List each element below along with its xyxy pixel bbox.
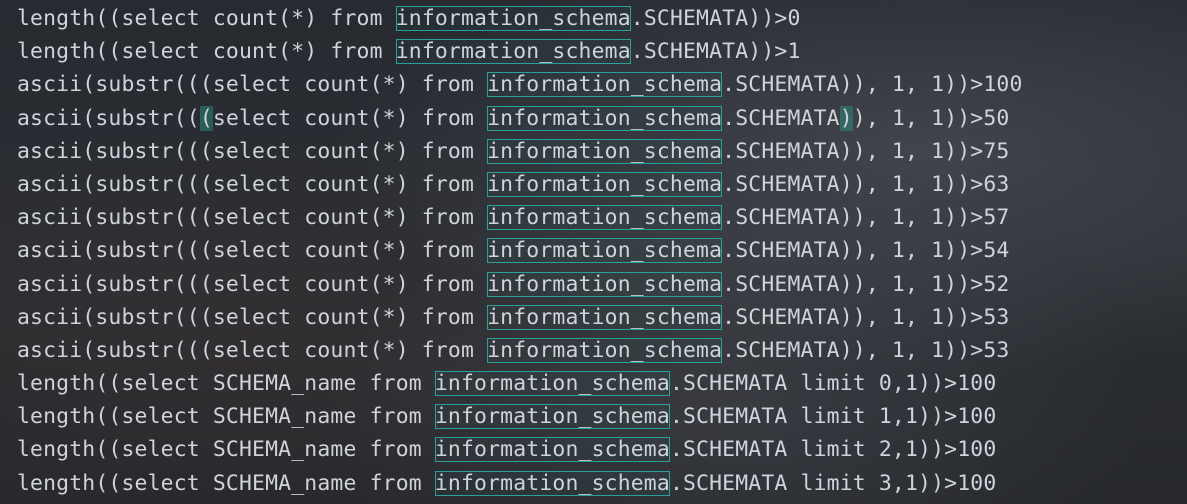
code-text: .SCHEMATA: [722, 105, 840, 131]
search-match-highlight: information_schema: [487, 337, 723, 363]
code-text: ascii(substr(((select count(*) from: [17, 304, 488, 330]
code-line[interactable]: ascii(substr(((select count(*) from info…: [17, 234, 1023, 267]
code-text: length((select SCHEMA_name from: [17, 371, 435, 397]
code-text: length((select SCHEMA_name from: [17, 470, 435, 496]
code-text: length((select SCHEMA_name from: [17, 437, 435, 463]
code-text: .SCHEMATA)), 1, 1))>52: [722, 271, 1010, 297]
code-line[interactable]: length((select count(*) from information…: [17, 35, 1023, 68]
code-text: .SCHEMATA limit 0,1))>100: [669, 371, 997, 397]
code-line[interactable]: length((select SCHEMA_name from informat…: [17, 467, 1023, 500]
code-line[interactable]: ascii(substr(((select count(*) from info…: [17, 135, 1023, 168]
code-text: length((select SCHEMA_name from: [17, 404, 435, 430]
code-text: ascii(substr(((select count(*) from: [17, 337, 488, 363]
code-line[interactable]: ascii(substr(((select count(*) from info…: [17, 68, 1023, 101]
search-match-highlight: information_schema: [434, 404, 670, 430]
code-line[interactable]: length((select SCHEMA_name from informat…: [17, 433, 1023, 466]
code-text: .SCHEMATA))>0: [630, 6, 801, 31]
search-match-highlight: information_schema: [487, 304, 723, 330]
code-text: length((select count(*) from: [17, 6, 396, 31]
search-match-highlight: information_schema: [395, 6, 631, 31]
search-match-highlight: information_schema: [434, 470, 670, 496]
code-line[interactable]: ascii(substr(((select count(*) from info…: [17, 334, 1023, 367]
search-match-highlight: information_schema: [395, 39, 631, 65]
matched-open-bracket: (: [199, 105, 213, 131]
code-text: .SCHEMATA)), 1, 1))>53: [722, 304, 1010, 330]
code-text: ascii(substr((: [17, 105, 200, 131]
code-text: .SCHEMATA)), 1, 1))>63: [722, 171, 1010, 197]
code-line[interactable]: ascii(substr(((select count(*) from info…: [17, 201, 1023, 234]
code-text: ascii(substr(((select count(*) from: [17, 138, 488, 164]
code-line[interactable]: ascii(substr(((select count(*) from info…: [17, 301, 1023, 334]
code-text: .SCHEMATA limit 2,1))>100: [669, 437, 997, 463]
code-text: .SCHEMATA)), 1, 1))>57: [722, 205, 1010, 231]
code-line[interactable]: length((select SCHEMA_name from informat…: [17, 367, 1023, 400]
search-match-highlight: information_schema: [487, 72, 723, 98]
code-text: ascii(substr(((select count(*) from: [17, 238, 488, 264]
search-match-highlight: information_schema: [434, 371, 670, 397]
code-text: .SCHEMATA)), 1, 1))>75: [722, 138, 1010, 164]
code-line[interactable]: length((select SCHEMA_name from informat…: [17, 400, 1023, 433]
code-line[interactable]: ascii(substr(((select count(*) from info…: [17, 268, 1023, 301]
code-line[interactable]: ascii(substr(((select count(*) from info…: [17, 168, 1023, 201]
code-text: select count(*) from: [212, 105, 488, 131]
code-text: ascii(substr(((select count(*) from: [17, 72, 488, 98]
code-line-active[interactable]: ascii(substr(((select count(*) from info…: [17, 102, 1023, 135]
code-text: .SCHEMATA)), 1, 1))>100: [722, 72, 1023, 98]
matched-close-bracket: ): [839, 105, 853, 131]
search-match-highlight: information_schema: [487, 205, 723, 231]
code-text: .SCHEMATA)), 1, 1))>53: [722, 337, 1010, 363]
search-match-highlight: information_schema: [434, 437, 670, 463]
search-match-highlight: information_schema: [487, 171, 723, 197]
search-match-highlight: information_schema: [487, 238, 723, 264]
code-text: .SCHEMATA limit 1,1))>100: [669, 404, 997, 430]
code-line[interactable]: length((select count(*) from information…: [17, 2, 1023, 35]
code-text: ), 1, 1))>50: [852, 105, 1010, 131]
search-match-highlight: information_schema: [487, 138, 723, 164]
code-text: length((select count(*) from: [17, 39, 396, 65]
search-match-highlight: information_schema: [487, 105, 723, 131]
code-editor[interactable]: length((select count(*) from information…: [0, 0, 1187, 504]
code-text: .SCHEMATA))>1: [630, 39, 801, 65]
code-text: .SCHEMATA)), 1, 1))>54: [722, 238, 1010, 264]
code-text: ascii(substr(((select count(*) from: [17, 271, 488, 297]
search-match-highlight: information_schema: [487, 271, 723, 297]
code-lines: length((select count(*) from information…: [17, 2, 1023, 500]
code-text: ascii(substr(((select count(*) from: [17, 171, 488, 197]
code-text: ascii(substr(((select count(*) from: [17, 205, 488, 231]
code-text: .SCHEMATA limit 3,1))>100: [669, 470, 997, 496]
